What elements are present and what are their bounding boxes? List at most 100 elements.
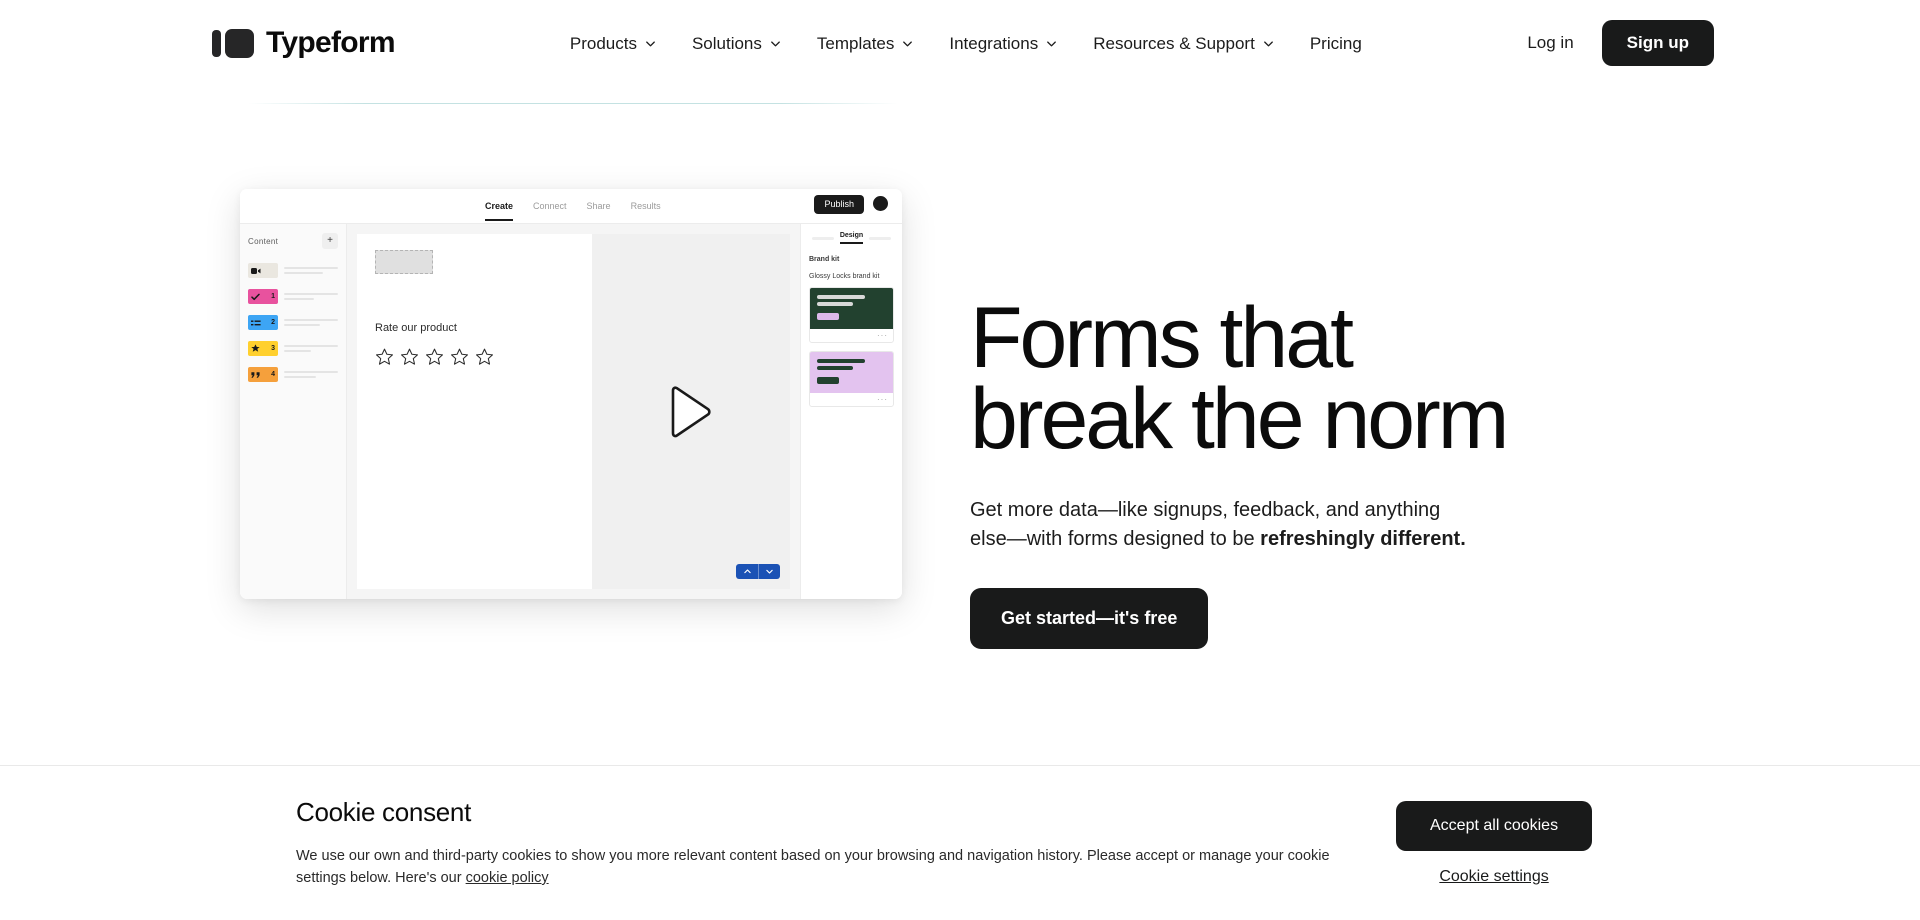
media-preview-pane	[591, 234, 790, 589]
chip-number: 1	[271, 293, 275, 300]
check-icon	[251, 293, 260, 301]
design-tab[interactable]: Design	[839, 232, 864, 244]
publish-button[interactable]: Publish	[814, 195, 864, 214]
list-item[interactable]	[248, 263, 338, 278]
content-chip: 2	[248, 315, 278, 330]
nav-item-solutions[interactable]: Solutions	[692, 35, 782, 52]
add-content-button[interactable]: +	[322, 233, 338, 249]
video-icon	[251, 267, 261, 275]
placeholder-lines	[284, 319, 338, 326]
brand-kit-name: Glossy Locks brand kit	[809, 273, 880, 280]
list-item[interactable]: 4	[248, 367, 338, 382]
get-started-button[interactable]: Get started—it's free	[970, 587, 1209, 649]
form-preview-card: Rate our product	[357, 234, 592, 589]
nav-item-resources-support[interactable]: Resources & Support	[1093, 35, 1275, 52]
page-title: Forms that break the norm	[970, 290, 1509, 467]
hero-subheading: Get more data—like signups, feedback, an…	[970, 496, 1470, 554]
brand-kit-label: Brand kit	[809, 256, 840, 263]
mockup-design-panel: Design Brand kit Glossy Locks brand kit …	[800, 224, 902, 599]
mockup-tab-connect[interactable]: Connect	[533, 189, 567, 223]
sidebar-title: Content	[248, 236, 279, 246]
theme-card[interactable]: ···	[809, 287, 894, 343]
cookie-text-block: Cookie consent We use our own and third-…	[296, 797, 1336, 890]
design-panel-tabs: Design	[809, 232, 894, 244]
next-slide-button[interactable]	[758, 564, 780, 579]
cookie-body-text: We use our own and third-party cookies t…	[296, 847, 1330, 886]
login-link[interactable]: Log in	[1519, 27, 1581, 59]
placeholder-lines	[284, 345, 338, 352]
sidebar-header: Content +	[248, 233, 338, 249]
slide-nav-arrows	[736, 564, 780, 579]
placeholder-lines	[284, 293, 338, 300]
mockup-tabs: Create Connect Share Results	[485, 189, 661, 223]
hero-copy: Forms that break the norm Get more data—…	[970, 86, 1920, 649]
mockup-body: Content + 1 2 3 4 Rate our product Desig…	[240, 223, 902, 599]
theme-preview	[810, 352, 893, 393]
prev-slide-button[interactable]	[736, 564, 758, 579]
chip-number: 4	[271, 371, 275, 378]
list-icon	[251, 319, 261, 327]
mockup-sidebar: Content + 1 2 3 4	[240, 224, 347, 599]
play-icon[interactable]	[668, 385, 714, 438]
content-chip: 1	[248, 289, 278, 304]
signup-button[interactable]: Sign up	[1601, 20, 1714, 66]
cookie-body: We use our own and third-party cookies t…	[296, 845, 1336, 890]
nav-item-products[interactable]: Products	[570, 35, 657, 52]
mockup-canvas: Rate our product	[347, 224, 800, 599]
hero-visual: Create Connect Share Results Publish Con…	[196, 86, 946, 666]
list-item[interactable]: 2	[248, 315, 338, 330]
more-options-icon[interactable]: ···	[877, 331, 888, 340]
accept-all-cookies-button[interactable]: Accept all cookies	[1396, 800, 1593, 851]
image-placeholder	[375, 250, 433, 274]
cookie-settings-link[interactable]: Cookie settings	[1439, 868, 1548, 886]
theme-card-footer: ···	[810, 393, 893, 406]
list-item[interactable]: 3	[248, 341, 338, 356]
content-chip	[248, 263, 278, 278]
theme-card-footer: ···	[810, 329, 893, 342]
content-chip: 3	[248, 341, 278, 356]
mockup-tab-results[interactable]: Results	[631, 189, 661, 223]
cookie-policy-link[interactable]: cookie policy	[466, 870, 549, 886]
mockup-tab-share[interactable]: Share	[587, 189, 611, 223]
nav-label: Integrations	[949, 33, 1039, 53]
brand-logo[interactable]: Typeform	[212, 26, 396, 60]
star-icon[interactable]	[425, 348, 444, 367]
typeform-logo-icon	[212, 28, 254, 58]
tab-placeholder	[869, 236, 892, 240]
primary-nav: Products Solutions Templates Integration…	[570, 35, 1362, 52]
question-text: Rate our product	[375, 322, 457, 334]
star-icon[interactable]	[450, 348, 469, 367]
list-item[interactable]: 1	[248, 289, 338, 304]
chip-number: 3	[271, 345, 275, 352]
chevron-down-icon	[644, 37, 657, 50]
cookie-consent-banner: Cookie consent We use our own and third-…	[0, 765, 1920, 920]
placeholder-lines	[284, 371, 338, 378]
star-icon[interactable]	[375, 348, 394, 367]
decorative-line	[248, 103, 898, 104]
nav-item-templates[interactable]: Templates	[817, 35, 914, 52]
tab-placeholder	[811, 236, 834, 240]
more-options-icon[interactable]: ···	[877, 395, 888, 404]
theme-preview	[810, 288, 893, 329]
header-actions: Log in Sign up	[1519, 20, 1714, 66]
chevron-down-icon	[901, 37, 914, 50]
chevron-down-icon	[769, 37, 782, 50]
star-rating[interactable]	[375, 348, 574, 367]
theme-card[interactable]: ···	[809, 351, 894, 407]
star-icon[interactable]	[475, 348, 494, 367]
mockup-tab-create[interactable]: Create	[485, 189, 514, 223]
hero-section: Create Connect Share Results Publish Con…	[0, 86, 1920, 666]
nav-label: Templates	[816, 33, 895, 53]
star-icon[interactable]	[400, 348, 419, 367]
cookie-title: Cookie consent	[296, 796, 472, 827]
content-chip: 4	[248, 367, 278, 382]
chevron-down-icon	[1045, 37, 1058, 50]
nav-item-integrations[interactable]: Integrations	[949, 35, 1058, 52]
site-header: Typeform Products Solutions Templates In…	[0, 0, 1920, 86]
nav-item-pricing[interactable]: Pricing	[1310, 35, 1362, 52]
brand-name: Typeform	[266, 26, 396, 59]
subheading-emphasis: refreshingly different.	[1260, 527, 1466, 550]
avatar[interactable]	[873, 196, 888, 211]
placeholder-lines	[284, 267, 338, 274]
nav-label: Resources & Support	[1093, 33, 1255, 53]
